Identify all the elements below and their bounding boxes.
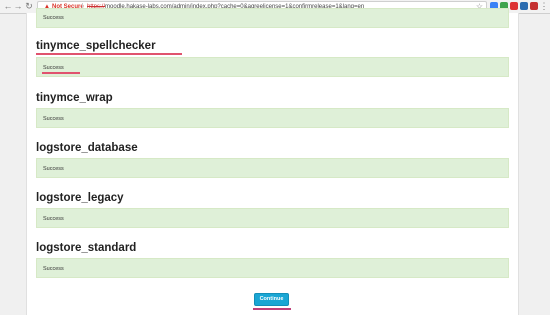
status-text: Success bbox=[43, 216, 64, 222]
plugin-title: logstore_standard bbox=[36, 242, 137, 254]
upgrade-page: Success tinymce_spellchecker Success tin… bbox=[26, 8, 519, 315]
plugin-title: logstore_legacy bbox=[36, 192, 124, 204]
plugin-title: tinymce_wrap bbox=[36, 92, 113, 104]
status-text: Success bbox=[43, 166, 64, 172]
status-box: Success bbox=[36, 57, 509, 77]
status-box: Success bbox=[36, 8, 509, 28]
plugin-title: logstore_database bbox=[36, 142, 138, 154]
status-text: Success bbox=[43, 65, 64, 71]
status-underline bbox=[42, 72, 80, 74]
menu-icon[interactable]: ⋮ bbox=[539, 1, 549, 11]
reload-icon[interactable]: ↻ bbox=[24, 1, 34, 11]
forward-icon[interactable]: → bbox=[13, 1, 23, 11]
extension-icon[interactable] bbox=[530, 2, 538, 10]
status-box: Success bbox=[36, 108, 509, 128]
status-text: Success bbox=[43, 15, 64, 21]
status-box: Success bbox=[36, 258, 509, 278]
status-box: Success bbox=[36, 158, 509, 178]
status-text: Success bbox=[43, 266, 64, 272]
extension-icon[interactable] bbox=[510, 2, 518, 10]
continue-button[interactable]: Continue bbox=[254, 293, 289, 306]
continue-underline bbox=[253, 308, 291, 310]
status-box: Success bbox=[36, 208, 509, 228]
plugin-title: tinymce_spellchecker bbox=[36, 40, 156, 52]
title-underline bbox=[36, 53, 182, 55]
back-icon[interactable]: ← bbox=[3, 1, 13, 11]
extension-icon[interactable] bbox=[520, 2, 528, 10]
status-text: Success bbox=[43, 116, 64, 122]
